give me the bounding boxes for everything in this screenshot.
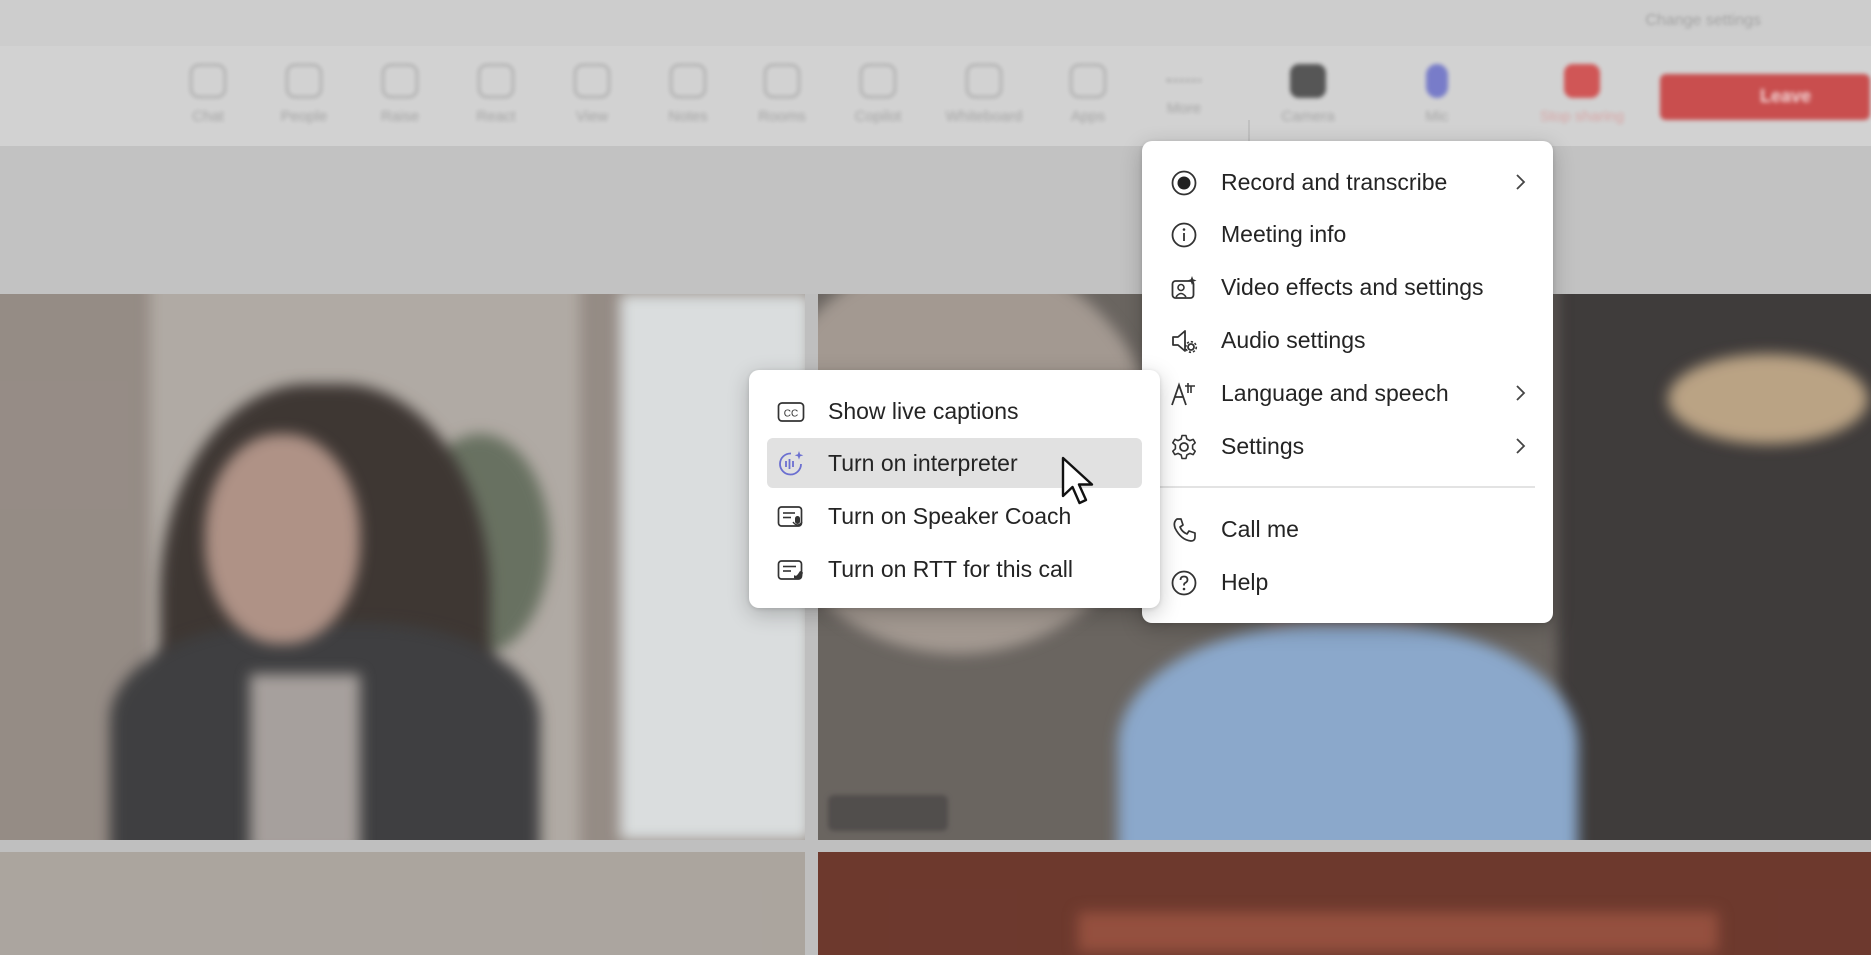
menu-item-label: Meeting info [1221,221,1347,247]
phone-icon [1170,516,1198,544]
speaker-coach-icon [777,503,805,531]
menu-item-turn-on-rtt[interactable]: Turn on RTT for this call [767,544,1142,594]
mouse-cursor-icon [1060,456,1100,512]
menu-item-label: Language and speech [1221,380,1449,406]
menu-item-audio-settings[interactable]: Audio settings [1160,315,1535,365]
menu-item-label: Record and transcribe [1221,169,1448,195]
svg-text:CC: CC [784,408,798,419]
menu-divider [1160,486,1535,488]
menu-item-video-effects[interactable]: Video effects and settings [1160,262,1535,312]
rtt-icon [777,556,805,584]
record-icon [1170,169,1198,197]
captions-icon: CC [777,398,805,426]
menu-item-record-and-transcribe[interactable]: Record and transcribe [1160,157,1535,207]
menu-item-show-live-captions[interactable]: CC Show live captions [767,386,1142,436]
menu-item-label: Settings [1221,433,1305,459]
menu-item-label: Video effects and settings [1221,274,1484,300]
menu-item-label: Help [1221,569,1269,595]
menu-item-meeting-info[interactable]: Meeting info [1160,209,1535,259]
menu-item-label: Turn on interpreter [828,450,1018,476]
menu-item-label: Turn on RTT for this call [828,556,1073,582]
chevron-right-icon [1510,172,1530,192]
menu-item-label: Turn on Speaker Coach [828,503,1072,529]
menu-item-settings[interactable]: Settings [1160,421,1535,471]
interpreter-icon [777,450,805,478]
menu-item-language-and-speech[interactable]: Language and speech [1160,368,1535,418]
video-effects-icon [1170,274,1198,302]
menu-item-label: Call me [1221,516,1299,542]
menu-item-call-me[interactable]: Call me [1160,504,1535,554]
more-actions-menu: Record and transcribe Meeting info Video… [1142,141,1553,623]
help-icon [1170,569,1198,597]
chevron-right-icon [1510,436,1530,456]
chevron-right-icon [1510,383,1530,403]
menu-item-label: Audio settings [1221,327,1366,353]
language-icon [1170,380,1198,408]
gear-icon [1170,433,1198,461]
audio-settings-icon [1170,327,1198,355]
info-icon [1170,221,1198,249]
menu-item-label: Show live captions [828,398,1019,424]
menu-item-help[interactable]: Help [1160,557,1535,607]
